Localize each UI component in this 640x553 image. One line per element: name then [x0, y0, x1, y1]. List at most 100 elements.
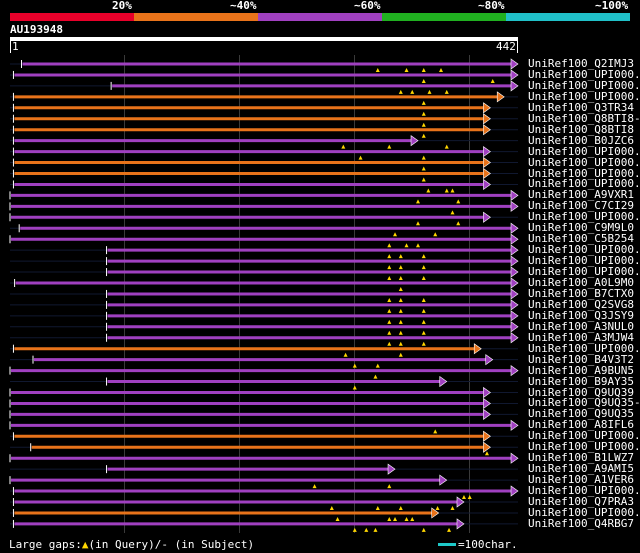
gap-triangle-icon: [456, 221, 461, 226]
gap-triangle-icon: [387, 330, 392, 335]
gap-triangle-icon: [410, 516, 415, 521]
hit-label[interactable]: UniRef100_UPI000..: [528, 157, 640, 168]
hit-label[interactable]: UniRef100_B9AY35: [528, 376, 634, 387]
gap-triangle-icon: [421, 122, 426, 127]
hit-arrow-icon: [483, 386, 491, 399]
gap-triangle-icon: [387, 516, 392, 521]
hit-arrow-icon: [456, 518, 465, 530]
gap-triangle-icon: [444, 89, 449, 94]
hit-arrow-icon: [483, 102, 491, 114]
gap-triangle-icon: [375, 68, 380, 72]
gap-triangle-icon: [450, 188, 455, 193]
hit-label[interactable]: UniRef100_B0JZC6: [528, 135, 634, 146]
gap-triangle-icon: [352, 385, 357, 390]
hit-arrow-icon: [483, 167, 491, 180]
hit-arrow-icon: [473, 343, 482, 355]
hit-arrow-icon: [485, 354, 494, 366]
hit-label[interactable]: UniRef100_A9BUN5: [528, 365, 634, 376]
hit-label[interactable]: UniRef100_UPI000..: [528, 146, 640, 157]
hit-arrow-icon: [510, 244, 519, 256]
gap-triangle-icon: [358, 155, 363, 160]
gap-triangle-icon: [421, 297, 426, 302]
gap-triangle-icon: [343, 352, 348, 357]
gap-triangle-icon: [404, 243, 409, 248]
gap-triangle-icon: [398, 276, 403, 281]
gap-triangle-icon: [375, 363, 380, 368]
gap-triangle-icon: [352, 527, 357, 532]
gap-triangle-icon: [387, 319, 392, 324]
gap-triangle-icon: [398, 352, 403, 357]
hit-arrow-icon: [510, 255, 519, 267]
hit-arrow-icon: [410, 135, 419, 147]
gap-triangle-icon: [387, 265, 392, 270]
hit-arrow-icon: [439, 375, 448, 388]
gap-triangle-icon: [404, 68, 409, 72]
gap-triangle-icon: [484, 451, 489, 456]
gap-triangle-icon: [393, 232, 398, 237]
hit-arrow-icon: [483, 146, 491, 158]
hit-arrow-icon: [483, 178, 491, 191]
hit-arrow-icon: [483, 113, 491, 125]
gap-triangle-icon: [416, 199, 421, 204]
hit-arrow-icon: [510, 200, 519, 212]
gap-triangle-icon: [461, 495, 466, 500]
gap-triangle-icon: [398, 506, 403, 510]
hit-arrow-icon: [483, 441, 491, 453]
gap-triangle-icon: [398, 330, 403, 335]
footer-legend: Large gaps:▲(in Query)/- (in Subject): [9, 538, 254, 551]
gap-triangle-icon: [421, 100, 426, 105]
gap-triangle-icon: [373, 374, 378, 379]
gap-triangle-icon: [421, 265, 426, 270]
gap-triangle-icon: [341, 144, 346, 149]
gap-triangle-icon: [427, 89, 432, 94]
gap-triangle-icon: [421, 133, 426, 138]
gap-triangle-icon: [393, 516, 398, 521]
hit-arrow-icon: [496, 91, 505, 103]
gap-triangle-icon: [450, 506, 455, 510]
scale-text: =100char.: [458, 538, 518, 551]
gap-triangle-icon: [421, 308, 426, 313]
gap-triangle-icon: [421, 330, 426, 335]
hit-arrow-icon: [510, 58, 519, 70]
hit-arrow-icon: [510, 80, 519, 92]
gap-triangle-icon: [398, 89, 403, 94]
gap-triangle-icon: [352, 363, 357, 368]
gap-triangle-icon: [421, 319, 426, 324]
gap-triangle-icon: [387, 297, 392, 302]
hit-arrow-icon: [510, 452, 519, 464]
gap-triangle-icon: [387, 308, 392, 313]
gap-triangle-icon: [398, 297, 403, 302]
hit-arrow-icon: [510, 277, 519, 289]
hit-arrow-icon: [510, 189, 519, 201]
gap-triangle-icon: [421, 155, 426, 160]
gap-triangle-icon: [416, 243, 421, 248]
hit-label[interactable]: UniRef100_Q4RBG7: [528, 518, 634, 529]
hit-arrow-icon: [510, 310, 519, 322]
gap-triangle-icon: [398, 308, 403, 313]
gap-triangle-icon: [421, 78, 426, 83]
hit-arrow-icon: [483, 430, 491, 442]
gap-triangle-icon: [450, 210, 455, 215]
hit-arrow-icon: [510, 266, 519, 278]
gap-triangle-icon: [373, 527, 378, 532]
gap-triangle-icon: [364, 527, 369, 532]
gap-triangle-icon: [433, 232, 438, 237]
hit-label[interactable]: UniRef100_B4V3T2: [528, 354, 634, 365]
gap-triangle-icon: [387, 341, 392, 346]
gap-triangle-icon: [329, 506, 334, 510]
hit-arrow-icon: [510, 222, 519, 234]
hit-arrow-icon: [510, 365, 519, 377]
gap-triangle-icon: [421, 254, 426, 259]
gap-triangle-icon: [421, 166, 426, 171]
hit-arrow-icon: [483, 124, 491, 136]
gap-triangle-icon: [421, 527, 426, 532]
hit-arrow-icon: [510, 321, 519, 333]
hit-arrow-icon: [510, 332, 519, 344]
hit-arrow-icon: [387, 463, 396, 475]
gap-triangle-icon: [444, 188, 449, 193]
hit-arrow-icon: [510, 419, 519, 431]
gap-triangle-icon: [398, 319, 403, 324]
gap-triangle-icon: [398, 341, 403, 346]
gap-triangle-icon: [426, 188, 431, 193]
gap-triangle-icon: [467, 495, 472, 500]
